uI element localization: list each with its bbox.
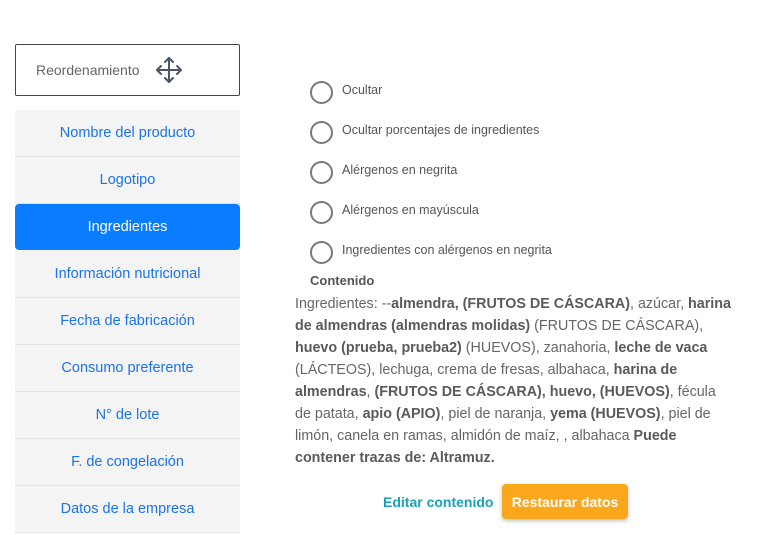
content-segment: (FRUTOS DE CÁSCARA), (530, 318, 704, 334)
section-sidebar: Nombre del producto Logotipo Ingrediente… (15, 110, 240, 533)
sidebar-item-numero-lote[interactable]: N° de lote (15, 392, 240, 439)
radio-ocultar-porcentajes[interactable] (310, 120, 333, 144)
option-alergenos-negrita[interactable]: Alérgenos en negrita (310, 150, 552, 190)
reorder-label: Reordenamiento (36, 62, 140, 78)
content-segment-bold: leche de vaca (614, 340, 708, 356)
restore-data-button[interactable]: Restaurar datos (502, 484, 628, 519)
radio-alergenos-negrita[interactable] (310, 160, 333, 184)
ingredients-content: Ingredientes: --almendra, (FRUTOS DE CÁS… (295, 293, 735, 469)
radio-ocultar[interactable] (310, 80, 333, 104)
sidebar-item-datos-empresa[interactable]: Datos de la empresa (15, 486, 240, 533)
option-ocultar-porcentajes[interactable]: Ocultar porcentajes de ingredientes (310, 110, 552, 150)
option-label: Ocultar porcentajes de ingredientes (342, 123, 540, 137)
edit-content-link[interactable]: Editar contenido (383, 494, 493, 510)
option-alergenos-mayuscula[interactable]: Alérgenos en mayúscula (310, 190, 552, 230)
content-segment: (HUEVOS), zanahoria, (461, 340, 615, 356)
option-label: Alérgenos en negrita (342, 163, 458, 177)
content-segment-bold: yema (HUEVOS) (550, 406, 661, 422)
sidebar-item-fecha-fabricacion[interactable]: Fecha de fabricación (15, 298, 240, 345)
move-arrows-icon (154, 55, 184, 85)
sidebar-item-consumo-preferente[interactable]: Consumo preferente (15, 345, 240, 392)
content-segment: (LÁCTEOS), lechuga, crema de fresas, alb… (295, 362, 614, 378)
sidebar-item-logotipo[interactable]: Logotipo (15, 157, 240, 204)
reorder-button[interactable]: Reordenamiento (15, 44, 240, 96)
content-segment-bold: (FRUTOS DE CÁSCARA), huevo, (HUEVOS) (374, 384, 670, 400)
option-label: Alérgenos en mayúscula (342, 203, 479, 217)
option-ingredientes-alergenos-negrita[interactable]: Ingredientes con alérgenos en negrita (310, 230, 552, 270)
content-heading: Contenido (310, 273, 375, 288)
radio-ingredientes-alergenos-negrita[interactable] (310, 240, 333, 264)
sidebar-item-nombre-producto[interactable]: Nombre del producto (15, 110, 240, 157)
option-label: Ocultar (342, 83, 383, 97)
content-segment-bold: almendra, (FRUTOS DE CÁSCARA) (391, 296, 630, 312)
option-label: Ingredientes con alérgenos en negrita (342, 243, 552, 257)
option-ocultar[interactable]: Ocultar (310, 70, 552, 110)
sidebar-item-informacion-nutricional[interactable]: Información nutricional (15, 251, 240, 298)
sidebar-item-ingredientes[interactable]: Ingredientes (15, 204, 240, 250)
content-segment: , azúcar, (630, 296, 689, 312)
content-segment: Ingredientes: -- (295, 296, 392, 312)
radio-alergenos-mayuscula[interactable] (310, 200, 333, 224)
ingredient-options: Ocultar Ocultar porcentajes de ingredien… (310, 70, 552, 270)
content-segment-bold: apio (APIO) (362, 406, 441, 422)
content-segment: , piel de naranja, (440, 406, 551, 422)
content-segment-bold: huevo (prueba, prueba2) (295, 340, 462, 356)
sidebar-item-fecha-congelacion[interactable]: F. de congelación (15, 439, 240, 486)
